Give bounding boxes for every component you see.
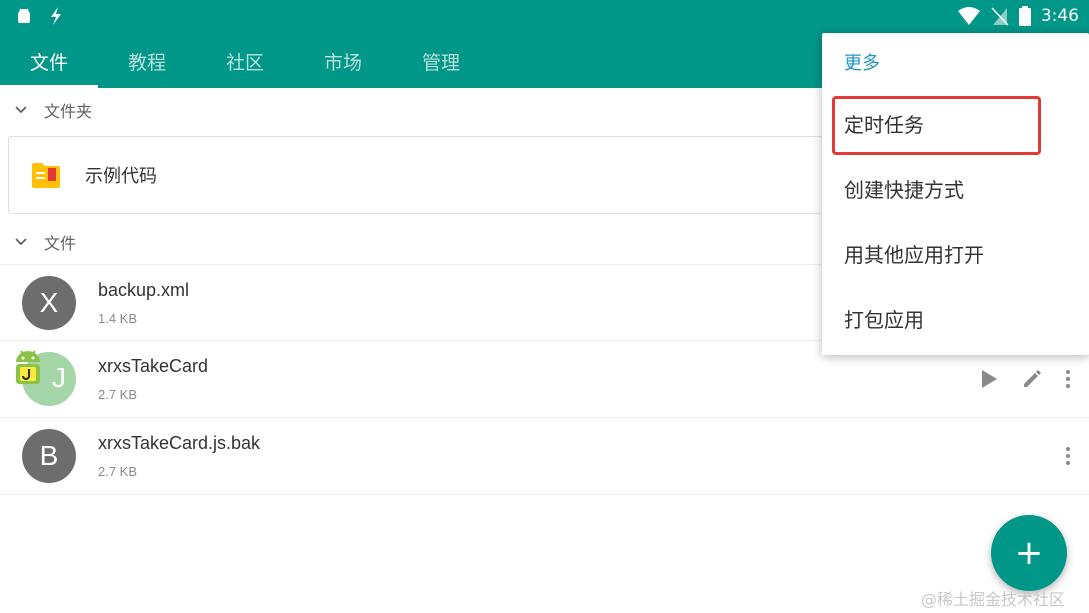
section-folders-label: 文件夹 bbox=[44, 102, 93, 121]
chevron-down-icon bbox=[15, 106, 27, 114]
edit-icon[interactable] bbox=[1021, 368, 1043, 390]
menu-header: 更多 bbox=[844, 53, 880, 74]
file-size: 2.7 KB bbox=[98, 387, 138, 402]
tab-tutorials[interactable]: 教程 bbox=[98, 34, 196, 88]
tab-manage[interactable]: 管理 bbox=[392, 34, 490, 88]
file-avatar: B bbox=[22, 429, 76, 483]
status-time: 3:46 bbox=[1040, 6, 1079, 26]
file-name: backup.xml bbox=[98, 279, 190, 300]
file-avatar-letter: J bbox=[52, 362, 66, 393]
folder-name: 示例代码 bbox=[85, 166, 157, 187]
file-avatar: J bbox=[16, 350, 76, 406]
js-android-icon bbox=[16, 350, 40, 384]
tab-community[interactable]: 社区 bbox=[196, 34, 294, 88]
file-name: xrxsTakeCard.js.bak bbox=[98, 433, 261, 453]
file-size: 2.7 KB bbox=[98, 464, 138, 479]
watermark: @稀土掘金技术社区 bbox=[921, 590, 1066, 609]
folder-icon bbox=[32, 163, 60, 188]
battery-icon bbox=[1018, 6, 1031, 26]
more-vert-icon[interactable] bbox=[1065, 369, 1071, 389]
flash-icon bbox=[51, 7, 61, 25]
more-menu: 更多 定时任务 创建快捷方式 用其他应用打开 打包应用 bbox=[822, 33, 1089, 355]
chevron-down-icon bbox=[15, 238, 27, 246]
file-name: xrxsTakeCard bbox=[98, 356, 209, 376]
tab-files[interactable]: 文件 bbox=[0, 34, 98, 88]
tab-bar: 文件 教程 社区 市场 管理 bbox=[0, 34, 490, 88]
file-avatar: X bbox=[22, 275, 76, 330]
more-vert-icon[interactable] bbox=[1065, 446, 1071, 466]
file-size: 1.4 KB bbox=[98, 310, 138, 326]
android-icon bbox=[18, 8, 30, 23]
menu-item-open-with[interactable]: 用其他应用打开 bbox=[822, 221, 1089, 286]
run-icon[interactable] bbox=[979, 368, 999, 390]
status-bar: 3:46 bbox=[0, 0, 1089, 34]
wifi-icon bbox=[957, 7, 980, 25]
no-sim-icon bbox=[991, 7, 1009, 26]
menu-item-create-shortcut[interactable]: 创建快捷方式 bbox=[822, 156, 1089, 221]
menu-item-scheduled-task[interactable]: 定时任务 bbox=[822, 91, 1089, 156]
tab-market[interactable]: 市场 bbox=[294, 34, 392, 88]
section-files-label: 文件 bbox=[44, 234, 77, 253]
menu-item-package-app[interactable]: 打包应用 bbox=[822, 286, 1089, 351]
file-row[interactable]: B xrxsTakeCard.js.bak 2.7 KB bbox=[0, 418, 1089, 495]
add-button[interactable]: + bbox=[991, 515, 1067, 591]
